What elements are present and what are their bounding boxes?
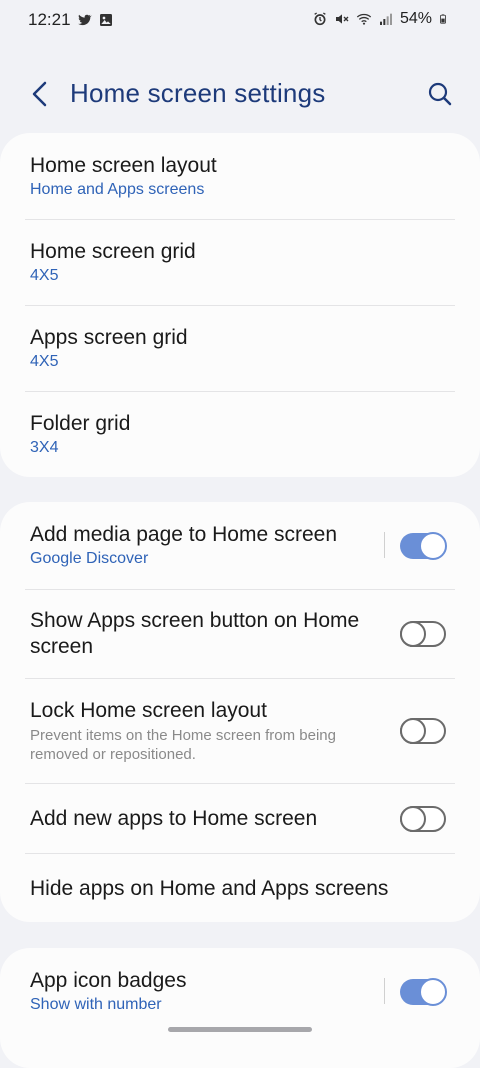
toggle-knob	[400, 621, 426, 647]
battery-percent: 54%	[399, 10, 432, 27]
item-label: Apps screen grid	[30, 326, 188, 349]
search-button[interactable]	[424, 78, 456, 110]
item-label-line2: screen	[30, 635, 94, 658]
lock-layout-item[interactable]: Lock Home screen layout Prevent items on…	[30, 698, 370, 764]
battery-icon	[440, 14, 446, 24]
item-label: Hide apps on Home and Apps screens	[30, 877, 389, 900]
item-value: 4X5	[30, 353, 59, 370]
app-icon-badges-toggle[interactable]	[400, 978, 447, 1006]
item-value: 3X4	[30, 439, 59, 456]
add-new-apps-item[interactable]: Add new apps to Home screen	[30, 806, 370, 832]
divider	[25, 853, 455, 854]
item-label: Lock Home screen layout	[30, 699, 267, 722]
app-bar: Home screen settings	[0, 70, 480, 120]
item-label-line1: Show Apps screen button on Home	[30, 609, 360, 632]
chevron-left-icon	[32, 81, 47, 107]
signal-icon	[379, 13, 392, 25]
show-apps-button-toggle[interactable]	[400, 621, 446, 647]
search-icon	[428, 82, 452, 106]
item-label: Add new apps to Home screen	[30, 807, 318, 830]
divider	[25, 391, 455, 392]
mute-icon	[335, 14, 349, 24]
item-value: Show with number	[30, 996, 162, 1013]
divider	[25, 678, 455, 679]
item-value: 4X5	[30, 267, 59, 284]
wifi-icon	[356, 13, 372, 25]
toggle-knob	[400, 718, 426, 744]
badges-card: App icon badges Show with number	[0, 948, 480, 1068]
image-icon	[100, 14, 112, 26]
status-left-icons	[76, 12, 114, 28]
item-label: Add media page to Home screen	[30, 523, 338, 546]
toggle-knob	[400, 806, 426, 832]
item-label: App icon badges	[30, 969, 187, 992]
vertical-separator	[384, 532, 385, 558]
layout-settings-card: Home screen layout Home and Apps screens…	[0, 133, 480, 477]
home-screen-grid-item[interactable]: Home screen grid 4X5	[30, 239, 450, 285]
lock-layout-toggle[interactable]	[400, 718, 446, 744]
status-right-icons: 54%	[312, 10, 448, 28]
item-value: Google Discover	[30, 550, 149, 567]
add-new-apps-toggle[interactable]	[400, 806, 446, 832]
toggle-knob	[419, 978, 447, 1006]
hide-apps-item[interactable]: Hide apps on Home and Apps screens	[30, 876, 450, 902]
item-label: Folder grid	[30, 412, 131, 435]
home-screen-layout-item[interactable]: Home screen layout Home and Apps screens	[30, 153, 450, 199]
item-label: Home screen layout	[30, 154, 217, 177]
vertical-separator	[384, 978, 385, 1004]
show-apps-button-item[interactable]: Show Apps screen button on Home screen	[30, 608, 370, 660]
toggle-knob	[419, 532, 447, 560]
app-icon-badges-item[interactable]: App icon badges Show with number	[30, 968, 370, 1014]
apps-screen-grid-item[interactable]: Apps screen grid 4X5	[30, 325, 450, 371]
alarm-icon	[314, 12, 326, 26]
divider	[25, 783, 455, 784]
back-button[interactable]	[24, 78, 56, 110]
page-title: Home screen settings	[70, 78, 326, 108]
divider	[25, 219, 455, 220]
add-media-page-toggle[interactable]	[400, 532, 447, 560]
divider	[25, 305, 455, 306]
item-value: Home and Apps screens	[30, 181, 205, 198]
folder-grid-item[interactable]: Folder grid 3X4	[30, 411, 450, 457]
item-description-line1: Prevent items on the Home screen from be…	[30, 727, 336, 744]
twitter-icon	[78, 14, 92, 26]
item-label: Home screen grid	[30, 240, 196, 263]
divider	[25, 589, 455, 590]
status-bar: 12:21 54%	[0, 0, 480, 40]
gesture-navigation-handle[interactable]	[168, 1027, 312, 1032]
item-description-line2: removed or repositioned.	[30, 746, 196, 763]
add-media-page-item[interactable]: Add media page to Home screen Google Dis…	[30, 522, 370, 568]
home-options-card: Add media page to Home screen Google Dis…	[0, 502, 480, 922]
status-time: 12:21	[28, 10, 71, 29]
